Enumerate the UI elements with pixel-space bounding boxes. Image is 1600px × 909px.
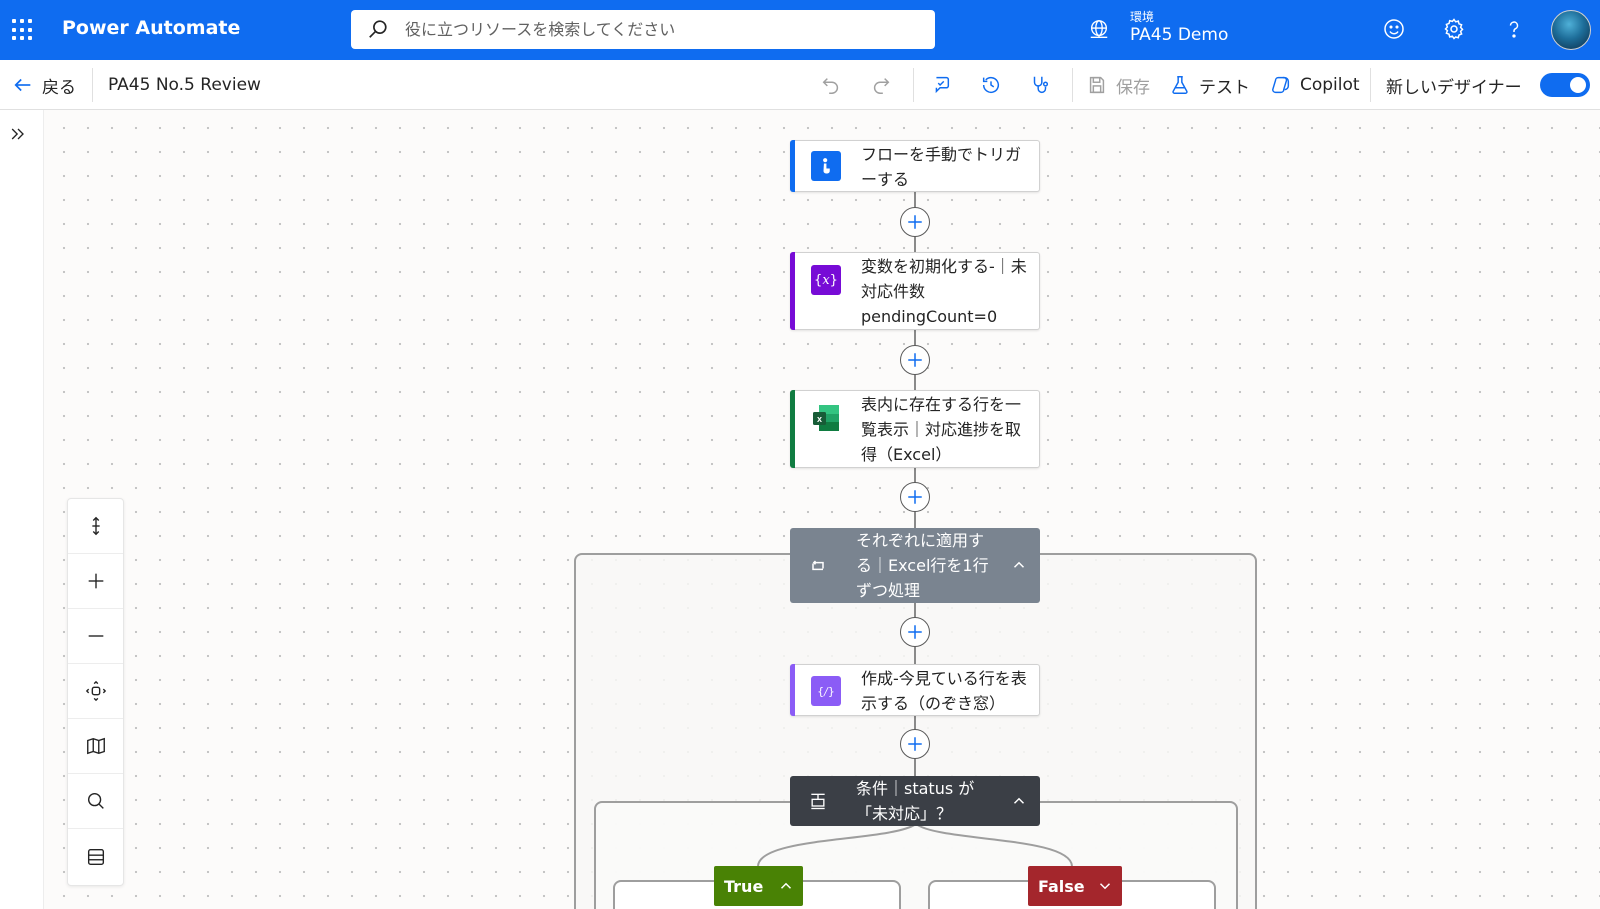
- condition-header[interactable]: 条件｜status が「未対応」？: [790, 776, 1040, 826]
- environment-label: 環境: [1130, 10, 1155, 24]
- flow-step-list-rows-excel[interactable]: x 表内に存在する行を一覧表示｜対応進捗を取得（Excel）: [790, 390, 1040, 468]
- manual-trigger-icon: [811, 151, 841, 181]
- chevron-up-icon[interactable]: [777, 877, 795, 895]
- insert-step-button[interactable]: [900, 617, 930, 647]
- feedback-smiley-icon[interactable]: [1382, 17, 1406, 41]
- plus-icon: [908, 737, 922, 751]
- step-title: 表内に存在する行を一覧表示｜対応進捗を取得（Excel）: [861, 395, 1022, 464]
- history-icon: [982, 77, 1000, 94]
- back-button[interactable]: 戻る: [12, 60, 76, 110]
- new-designer-label: 新しいデザイナー: [1386, 77, 1522, 98]
- fit-view-icon: [85, 680, 106, 702]
- step-title: 変数を初期化する-｜未対応件数 pendingCount=0: [861, 257, 1027, 326]
- loop-title: それぞれに適用する｜Excel行を1行ずつ処理: [856, 531, 989, 600]
- condition-icon: [811, 793, 825, 810]
- help-question-icon[interactable]: [1502, 17, 1526, 41]
- beaker-icon: [1172, 76, 1188, 94]
- plus-icon: [908, 215, 922, 229]
- true-branch-label: True: [724, 876, 764, 896]
- stethoscope-icon: [1033, 76, 1049, 94]
- search-input[interactable]: [405, 10, 905, 49]
- search-icon: [87, 792, 104, 809]
- search-icon: [369, 20, 387, 38]
- plus-icon: [908, 490, 922, 504]
- variable-icon: {x}: [811, 265, 841, 295]
- chevron-up-icon[interactable]: [1010, 792, 1028, 810]
- condition-title: 条件｜status が「未対応」？: [856, 779, 975, 823]
- insert-step-button[interactable]: [900, 345, 930, 375]
- zoom-out-button[interactable]: [68, 609, 123, 664]
- settings-gear-icon[interactable]: [1442, 17, 1466, 41]
- flow-name[interactable]: PA45 No.5 Review: [108, 60, 261, 110]
- new-designer-toggle[interactable]: [1540, 73, 1590, 97]
- chevron-up-icon[interactable]: [1010, 556, 1028, 574]
- insert-step-button[interactable]: [900, 207, 930, 237]
- insert-step-button[interactable]: [900, 729, 930, 759]
- chat-feedback-icon: [935, 76, 950, 94]
- plus-icon: [908, 353, 922, 367]
- global-search[interactable]: [351, 10, 935, 49]
- fit-view-button[interactable]: [68, 664, 123, 719]
- svg-text:x: x: [817, 414, 822, 424]
- loop-header[interactable]: それぞれに適用する｜Excel行を1行ずつ処理: [790, 528, 1040, 603]
- true-branch-pill[interactable]: True: [714, 866, 803, 906]
- environment-globe-icon: [1090, 20, 1108, 38]
- compose-icon: {/}: [811, 676, 841, 706]
- step-title: フローを手動でトリガーする: [861, 145, 1022, 189]
- loop-icon: [812, 560, 824, 571]
- flow-step-initialize-variable[interactable]: {x} 変数を初期化する-｜未対応件数 pendingCount=0: [790, 252, 1040, 330]
- branch-connectors: [757, 823, 1073, 867]
- minimap-button[interactable]: [68, 719, 123, 774]
- flow-step-manual-trigger[interactable]: フローを手動でトリガーする: [790, 140, 1040, 192]
- fit-vertical-button[interactable]: [68, 499, 123, 554]
- user-avatar[interactable]: [1551, 10, 1591, 50]
- back-label: 戻る: [42, 77, 76, 98]
- redo-icon: [873, 78, 890, 94]
- fit-vertical-icon: [91, 516, 100, 536]
- expand-panel-icon[interactable]: [8, 124, 28, 144]
- version-history-button[interactable]: [980, 60, 1010, 110]
- test-button[interactable]: テスト: [1169, 60, 1250, 110]
- app-launcher-icon[interactable]: [12, 19, 34, 41]
- copilot-button[interactable]: Copilot: [1270, 60, 1360, 110]
- arrow-left-icon: [14, 78, 31, 92]
- canvas-controls: [67, 498, 124, 886]
- top-app-bar: Power Automate 環境 PA45 Demo: [0, 0, 1600, 60]
- test-label: テスト: [1199, 77, 1250, 98]
- command-bar: 戻る PA45 No.5 Review 保存 テスト Copilot 新しいデザ…: [0, 60, 1600, 110]
- zoom-in-icon: [88, 573, 103, 589]
- excel-icon: x: [811, 403, 841, 433]
- copilot-icon: [1272, 76, 1290, 94]
- undo-button[interactable]: [820, 60, 850, 110]
- save-button[interactable]: 保存: [1086, 60, 1150, 110]
- flow-check-button[interactable]: [1029, 60, 1059, 110]
- copilot-label: Copilot: [1300, 75, 1360, 95]
- save-label: 保存: [1116, 77, 1150, 98]
- plus-icon: [908, 625, 922, 639]
- flow-checker-button[interactable]: [930, 60, 960, 110]
- left-rail: [0, 110, 44, 909]
- zoom-out-icon: [88, 635, 103, 637]
- environment-name: PA45 Demo: [1130, 25, 1229, 45]
- false-branch-pill[interactable]: False: [1028, 866, 1122, 906]
- false-branch-label: False: [1038, 876, 1085, 896]
- app-title[interactable]: Power Automate: [62, 17, 240, 39]
- zoom-in-button[interactable]: [68, 554, 123, 609]
- list-view-icon: [87, 848, 104, 865]
- redo-button[interactable]: [870, 60, 900, 110]
- insert-step-button[interactable]: [900, 482, 930, 512]
- flow-step-compose[interactable]: {/} 作成-今見ている行を表示する（のぞき窓）: [790, 664, 1040, 716]
- step-title: 作成-今見ている行を表示する（のぞき窓）: [861, 669, 1027, 713]
- minimap-icon: [86, 737, 105, 755]
- search-canvas-button[interactable]: [68, 774, 123, 829]
- list-view-button[interactable]: [68, 829, 123, 884]
- chevron-down-icon[interactable]: [1096, 877, 1114, 895]
- save-disk-icon: [1089, 76, 1105, 94]
- undo-icon: [822, 78, 839, 94]
